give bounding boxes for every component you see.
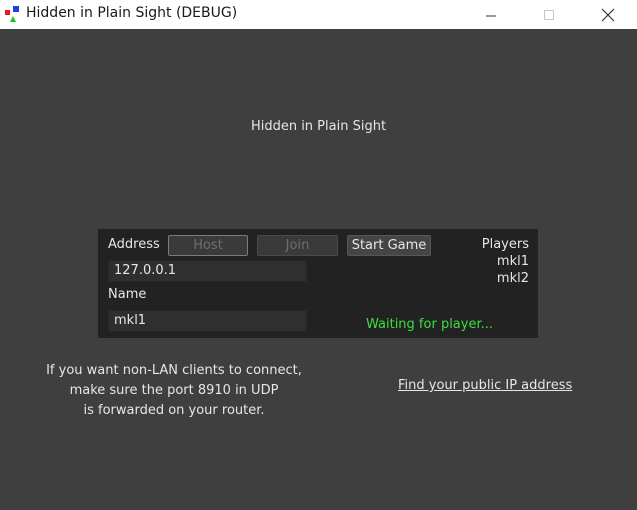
info-line: is forwarded on your router. <box>83 403 265 418</box>
address-input[interactable]: 127.0.0.1 <box>108 260 307 282</box>
name-label: Name <box>108 287 147 302</box>
info-line: If you want non-LAN clients to connect, <box>46 363 302 378</box>
game-title: Hidden in Plain Sight <box>250 119 387 134</box>
join-button[interactable]: Join <box>257 235 338 256</box>
close-icon <box>601 8 615 21</box>
close-button[interactable] <box>585 0 631 29</box>
start-game-button[interactable]: Start Game <box>347 235 431 256</box>
info-line: make sure the port 8910 in UDP <box>69 383 279 398</box>
port-forward-info: If you want non-LAN clients to connect, … <box>28 361 320 421</box>
window-titlebar: Hidden in Plain Sight (DEBUG) <box>0 0 637 29</box>
minimize-icon <box>486 15 496 16</box>
find-public-ip-link[interactable]: Find your public IP address <box>398 378 572 393</box>
minimize-button[interactable] <box>468 0 514 29</box>
player-list-item: mkl2 <box>496 271 529 286</box>
name-input[interactable]: mkl1 <box>108 310 307 332</box>
maximize-button[interactable] <box>526 0 572 29</box>
app-icon <box>5 6 19 22</box>
maximize-icon <box>544 9 554 20</box>
address-label: Address <box>108 237 160 252</box>
player-list-item: mkl1 <box>496 254 529 269</box>
host-button[interactable]: Host <box>168 235 248 256</box>
lobby-panel: Address Host Join Start Game 127.0.0.1 N… <box>98 229 538 338</box>
window-title: Hidden in Plain Sight (DEBUG) <box>26 5 238 21</box>
status-text: Waiting for player... <box>366 317 494 332</box>
players-label: Players <box>481 237 529 252</box>
